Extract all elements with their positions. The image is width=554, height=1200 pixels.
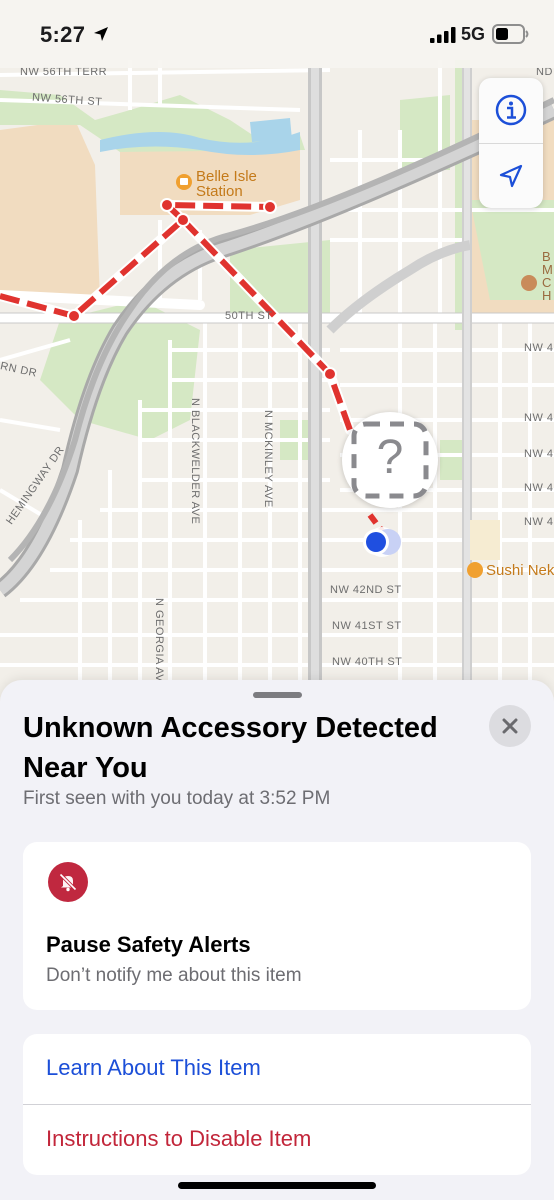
bell-slash-icon <box>59 873 77 892</box>
map-controls <box>479 78 543 208</box>
first-seen-text: First seen with you today at 3:52 PM <box>23 788 331 809</box>
pause-alerts-title: Pause Safety Alerts <box>46 932 251 957</box>
current-location-button[interactable] <box>479 144 543 208</box>
links-card: Learn About This Item Instructions to Di… <box>23 1034 531 1175</box>
disable-instructions-label: Instructions to Disable Item <box>46 1126 312 1151</box>
poi-label-museum[interactable]: B M C H <box>542 250 554 302</box>
cellular-signal-icon <box>430 27 456 43</box>
location-arrow-icon <box>94 27 108 41</box>
unknown-accessory-marker[interactable]: ? <box>342 412 438 508</box>
question-mark: ? <box>376 431 404 484</box>
home-indicator[interactable] <box>178 1182 376 1189</box>
street-label: N GEORGIA AVE <box>153 598 165 690</box>
street-label: NW 4 <box>524 412 554 424</box>
sheet-grabber[interactable] <box>253 692 302 698</box>
street-label: NW 4 <box>524 448 554 460</box>
poi-label-sushi[interactable]: Sushi Nek <box>486 563 554 578</box>
learn-about-item-label: Learn About This Item <box>46 1055 261 1080</box>
street-label: N MCKINLEY AVE <box>262 410 274 508</box>
battery-icon <box>492 24 529 44</box>
pause-alerts-card[interactable]: Pause Safety Alerts Don’t notify me abou… <box>23 842 531 1010</box>
street-label: NW 4 <box>524 516 554 528</box>
learn-about-item-button[interactable]: Learn About This Item <box>23 1034 531 1104</box>
pause-alerts-icon-badge <box>48 862 88 902</box>
close-icon <box>502 718 518 734</box>
poi-label-belle-isle[interactable]: Belle Isle Station <box>196 169 257 199</box>
info-icon <box>495 94 527 126</box>
location-arrow-icon <box>499 164 523 188</box>
map-view[interactable]: NW 56TH TERR NW 56TH ST 50TH ST RN DR HE… <box>0 0 554 700</box>
street-label: NW 4 <box>524 342 554 354</box>
street-label: N BLACKWELDER AVE <box>189 398 201 525</box>
status-bar: 5:27 5G <box>0 0 554 68</box>
status-time: 5:27 <box>40 22 86 47</box>
street-label: NW 41ST ST <box>332 620 402 632</box>
accessory-detail-sheet: Unknown Accessory Detected Near You Firs… <box>0 680 554 1200</box>
street-label: 50TH ST <box>225 310 273 322</box>
pause-alerts-description: Don’t notify me about this item <box>46 965 302 986</box>
network-type: 5G <box>461 24 486 44</box>
street-label: NW 42ND ST <box>330 584 402 596</box>
info-button[interactable] <box>479 78 543 142</box>
sheet-title: Unknown Accessory Detected Near You <box>23 712 438 784</box>
street-label: NW 4 <box>524 482 554 494</box>
street-label: NW 40TH ST <box>332 656 403 668</box>
disable-instructions-button[interactable]: Instructions to Disable Item <box>23 1105 531 1175</box>
close-button[interactable] <box>489 705 531 747</box>
